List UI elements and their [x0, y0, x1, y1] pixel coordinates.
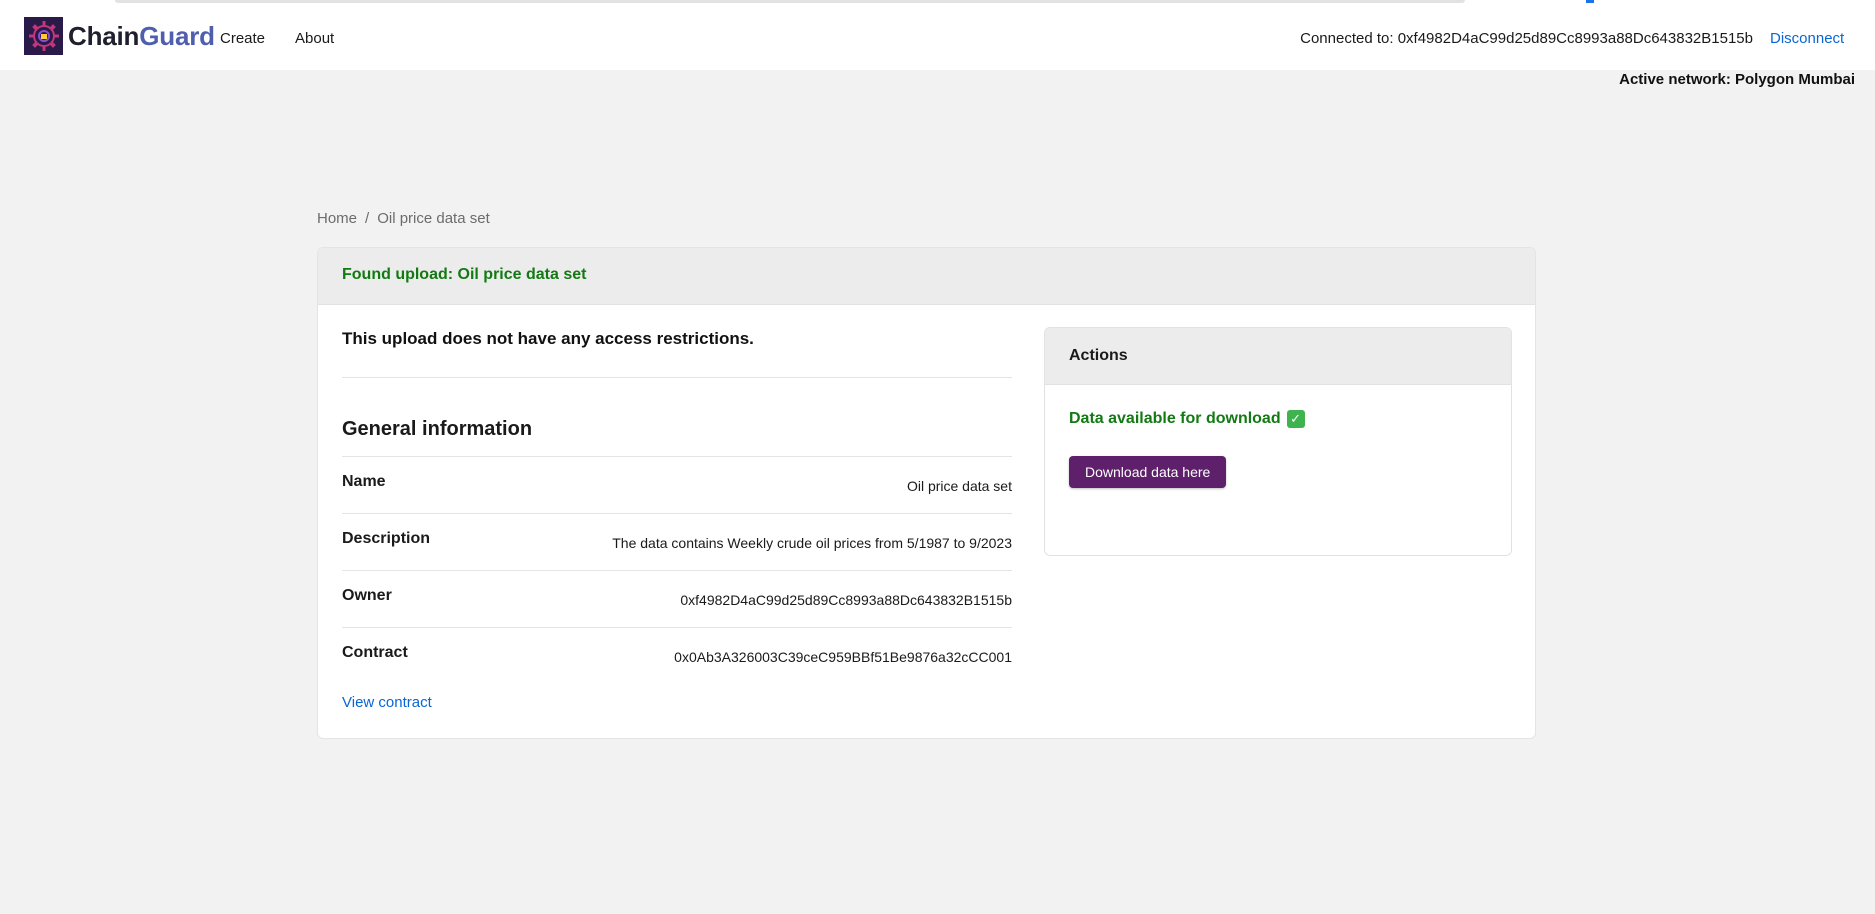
info-value: The data contains Weekly crude oil price… — [612, 535, 1012, 551]
check-box-icon: ✓ — [1286, 410, 1305, 428]
upload-details: This upload does not have any access res… — [342, 329, 1012, 684]
info-row-name: Name Oil price data set — [342, 456, 1012, 513]
download-status-text: Data available for download — [1069, 410, 1281, 427]
top-navbar: ChainGuard Create About Connected to: 0x… — [0, 0, 1875, 70]
info-label: Contract — [342, 644, 408, 661]
breadcrumb: Home / Oil price data set — [317, 210, 490, 227]
info-row-contract: Contract 0x0Ab3A326003C39ceC959BBf51Be98… — [342, 627, 1012, 684]
found-upload-title: Found upload: Oil price data set — [342, 266, 587, 283]
connected-wallet-text: Connected to: 0xf4982D4aC99d25d89Cc8993a… — [1300, 30, 1753, 47]
download-data-button[interactable]: Download data here — [1069, 456, 1227, 488]
info-value: Oil price data set — [906, 478, 1012, 494]
download-status: Data available for download ✓ — [1069, 410, 1305, 428]
info-value: 0x0Ab3A326003C39ceC959BBf51Be9876a32cCC0… — [674, 649, 1012, 665]
nav-create-link[interactable]: Create — [220, 30, 265, 47]
brand-name-part2: Guard — [139, 20, 215, 51]
browser-edge — [115, 0, 1465, 3]
view-contract-link[interactable]: View contract — [342, 694, 432, 711]
active-network-label: Active network: Polygon Mumbai — [1619, 71, 1855, 88]
upload-card-header: Found upload: Oil price data set — [318, 248, 1535, 305]
info-row-owner: Owner 0xf4982D4aC99d25d89Cc8993a88Dc6438… — [342, 570, 1012, 627]
general-information-heading: General information — [342, 418, 533, 440]
breadcrumb-separator: / — [365, 210, 370, 227]
chainguard-logo-icon — [24, 17, 63, 55]
brand-name: ChainGuard — [68, 21, 215, 52]
actions-title: Actions — [1045, 328, 1511, 385]
upload-card: Found upload: Oil price data set This up… — [317, 247, 1536, 739]
access-restriction-text: This upload does not have any access res… — [342, 329, 754, 348]
disconnect-button[interactable]: Disconnect — [1770, 30, 1844, 47]
info-label: Description — [342, 530, 431, 547]
brand-name-part1: Chain — [68, 20, 140, 51]
browser-edge-accent — [1586, 0, 1594, 3]
nav-about-link[interactable]: About — [295, 30, 334, 47]
info-row-description: Description The data contains Weekly cru… — [342, 513, 1012, 570]
breadcrumb-current: Oil price data set — [377, 210, 490, 227]
info-value: 0xf4982D4aC99d25d89Cc8993a88Dc643832B151… — [680, 592, 1012, 608]
breadcrumb-home-link[interactable]: Home — [317, 210, 357, 227]
brand-logo-link[interactable]: ChainGuard — [24, 17, 215, 55]
info-label: Owner — [342, 587, 392, 604]
actions-panel: Actions Data available for download ✓ Do… — [1044, 327, 1512, 556]
info-label: Name — [342, 473, 386, 490]
divider — [342, 377, 1012, 378]
